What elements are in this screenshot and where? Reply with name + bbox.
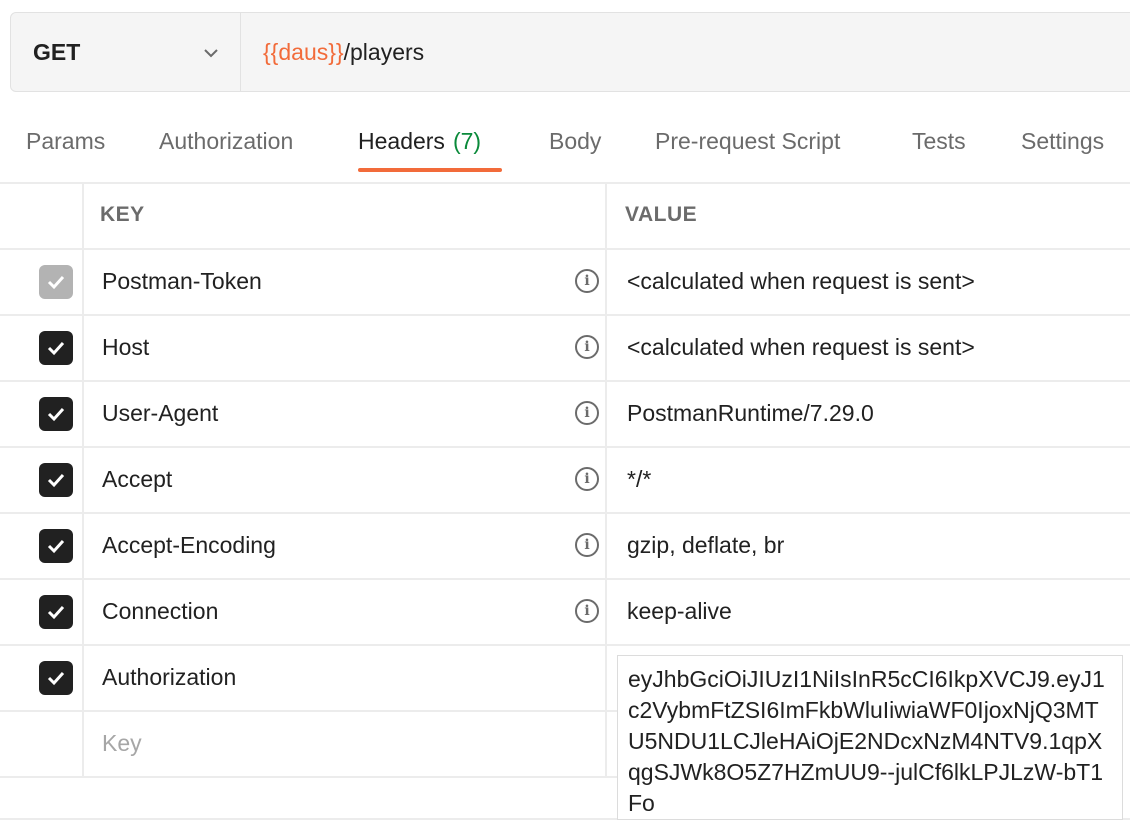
- method-label: GET: [33, 38, 81, 65]
- header-value: <calculated when request is sent>: [627, 333, 975, 360]
- header-value: <calculated when request is sent>: [627, 267, 975, 294]
- row-checkbox[interactable]: [39, 463, 73, 497]
- header-value: keep-alive: [627, 597, 732, 624]
- method-select[interactable]: GET: [11, 13, 241, 91]
- tab-pre-request-script[interactable]: Pre-request Script: [655, 100, 840, 182]
- header-key: Authorization: [102, 663, 237, 690]
- row-checkbox[interactable]: [39, 595, 73, 629]
- header-key: User-Agent: [102, 399, 219, 426]
- url-variable: {{daus}}: [263, 38, 344, 65]
- table-row: Accept i */*: [0, 446, 1130, 512]
- header-key: Connection: [102, 597, 219, 624]
- value-column-header: VALUE: [625, 203, 698, 226]
- table-header-row: KEY VALUE: [0, 182, 1130, 248]
- header-key: Accept: [102, 465, 173, 492]
- info-icon[interactable]: i: [575, 401, 599, 425]
- headers-count: (7): [452, 127, 482, 154]
- checkmark-icon: [47, 605, 65, 620]
- header-key: Host: [102, 333, 150, 360]
- checkmark-icon: [47, 539, 65, 554]
- info-icon[interactable]: i: [575, 269, 599, 293]
- tab-label: Headers: [358, 127, 445, 154]
- info-icon[interactable]: i: [575, 335, 599, 359]
- header-key: Postman-Token: [102, 267, 262, 294]
- header-value: */*: [627, 465, 652, 492]
- row-checkbox[interactable]: [39, 529, 73, 563]
- chevron-down-icon: [204, 49, 218, 58]
- tab-settings[interactable]: Settings: [1021, 100, 1104, 182]
- url-input[interactable]: {{daus}}/players: [263, 13, 424, 91]
- tab-tests[interactable]: Tests: [912, 100, 966, 182]
- authorization-value-editor[interactable]: eyJhbGciOiJIUzI1NiIsInR5cCI6IkpXVCJ9.eyJ…: [617, 655, 1123, 820]
- table-row: Connection i keep-alive: [0, 578, 1130, 644]
- row-checkbox[interactable]: [39, 265, 73, 299]
- tab-label: Settings: [1021, 127, 1105, 154]
- new-key-input[interactable]: Key: [102, 710, 142, 776]
- tab-label: Authorization: [159, 127, 294, 154]
- tab-body[interactable]: Body: [549, 100, 601, 182]
- tab-label: Params: [26, 127, 106, 154]
- header-key: Accept-Encoding: [102, 531, 276, 558]
- tab-label: Pre-request Script: [655, 127, 841, 154]
- info-icon[interactable]: i: [575, 599, 599, 623]
- key-column-header: KEY: [100, 203, 145, 226]
- request-url-bar: GET {{daus}}/players: [10, 12, 1130, 92]
- url-path: /players: [343, 38, 425, 65]
- row-divider: [0, 776, 617, 778]
- tab-authorization[interactable]: Authorization: [159, 100, 293, 182]
- request-tabs: Params Authorization Headers (7) Body Pre…: [0, 100, 1130, 182]
- header-value: gzip, deflate, br: [627, 531, 785, 558]
- checkmark-icon: [47, 275, 65, 290]
- table-row: Accept-Encoding i gzip, deflate, br: [0, 512, 1130, 578]
- table-row: Host i <calculated when request is sent>: [0, 314, 1130, 380]
- checkmark-icon: [47, 473, 65, 488]
- header-value: PostmanRuntime/7.29.0: [627, 399, 874, 426]
- table-row: User-Agent i PostmanRuntime/7.29.0: [0, 380, 1130, 446]
- info-icon[interactable]: i: [575, 467, 599, 491]
- table-row: Postman-Token i <calculated when request…: [0, 248, 1130, 314]
- checkmark-icon: [47, 407, 65, 422]
- checkmark-icon: [47, 671, 65, 686]
- checkmark-icon: [47, 341, 65, 356]
- tab-label: Tests: [912, 127, 966, 154]
- row-checkbox[interactable]: [39, 331, 73, 365]
- row-checkbox[interactable]: [39, 661, 73, 695]
- tab-params[interactable]: Params: [26, 100, 105, 182]
- tab-label: Body: [549, 127, 602, 154]
- active-tab-indicator: [358, 168, 502, 172]
- info-icon[interactable]: i: [575, 533, 599, 557]
- row-checkbox[interactable]: [39, 397, 73, 431]
